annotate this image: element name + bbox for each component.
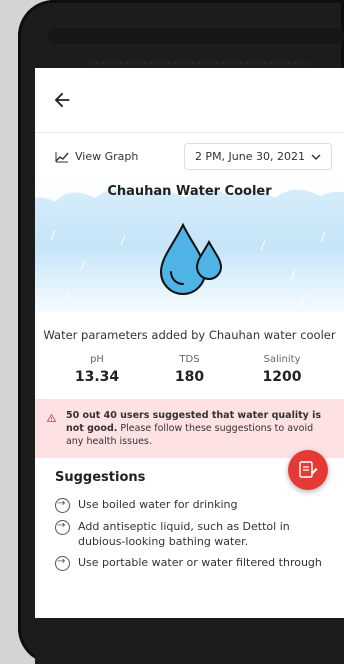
suggestion-text: Add antiseptic liquid, such as Dettol in… bbox=[78, 520, 290, 548]
param-value: 13.34 bbox=[74, 369, 120, 385]
suggestions-heading: Suggestions bbox=[55, 470, 146, 485]
chart-line-icon bbox=[55, 151, 69, 162]
report-fab[interactable] bbox=[288, 450, 328, 490]
water-drop-icon bbox=[159, 222, 223, 295]
report-icon bbox=[299, 461, 318, 478]
date-value: 2 PM, June 30, 2021 bbox=[194, 150, 305, 163]
phone-chin bbox=[35, 618, 344, 664]
warning-icon bbox=[47, 414, 56, 422]
param-label: pH bbox=[90, 354, 104, 365]
arrow-circle-icon bbox=[55, 554, 70, 571]
param-label: TDS bbox=[179, 354, 200, 365]
arrow-circle-icon bbox=[55, 496, 70, 513]
arrow-left-icon[interactable] bbox=[51, 89, 73, 111]
device-title: Chauhan Water Cooler bbox=[107, 184, 272, 199]
app-bar bbox=[35, 68, 344, 133]
suggestions-section: Suggestions Use boiled water for drinkin… bbox=[35, 450, 344, 589]
param-value: 1200 bbox=[262, 369, 302, 385]
suggestion-text: Use portable water or water filtered thr… bbox=[78, 556, 322, 569]
list-item: Use portable water or water filtered thr… bbox=[55, 554, 324, 571]
parameters-caption: Water parameters added by Chauhan water … bbox=[43, 328, 336, 342]
param-ph: pH 13.34 bbox=[57, 354, 137, 385]
list-item: Add antiseptic liquid, such as Dettol in… bbox=[55, 518, 324, 549]
date-dropdown[interactable]: 2 PM, June 30, 2021 bbox=[183, 143, 332, 170]
param-value: 180 bbox=[174, 369, 205, 385]
warning-alert: 50 out 40 users suggested that water qua… bbox=[35, 399, 344, 458]
parameters-row: pH 13.34 TDS 180 Salinity 1200 bbox=[35, 342, 344, 385]
view-graph-label: View Graph bbox=[75, 150, 139, 163]
speaker-grille bbox=[48, 28, 344, 68]
view-graph-button[interactable]: View Graph bbox=[55, 150, 138, 163]
toolbar: View Graph 2 PM, June 30, 2021 bbox=[35, 133, 344, 176]
chevron-down-icon bbox=[311, 154, 321, 160]
alert-message: 50 out 40 users suggested that water qua… bbox=[66, 409, 332, 448]
list-item: Use boiled water for drinking bbox=[55, 496, 324, 513]
screen: View Graph 2 PM, June 30, 2021 Chauhan W… bbox=[35, 68, 344, 618]
hero-banner: Chauhan Water Cooler bbox=[35, 180, 344, 312]
param-tds: TDS 180 bbox=[150, 354, 230, 385]
suggestion-text: Use boiled water for drinking bbox=[78, 498, 238, 511]
arrow-circle-icon bbox=[55, 518, 70, 535]
param-salinity: Salinity 1200 bbox=[242, 354, 322, 385]
param-label: Salinity bbox=[263, 354, 301, 365]
